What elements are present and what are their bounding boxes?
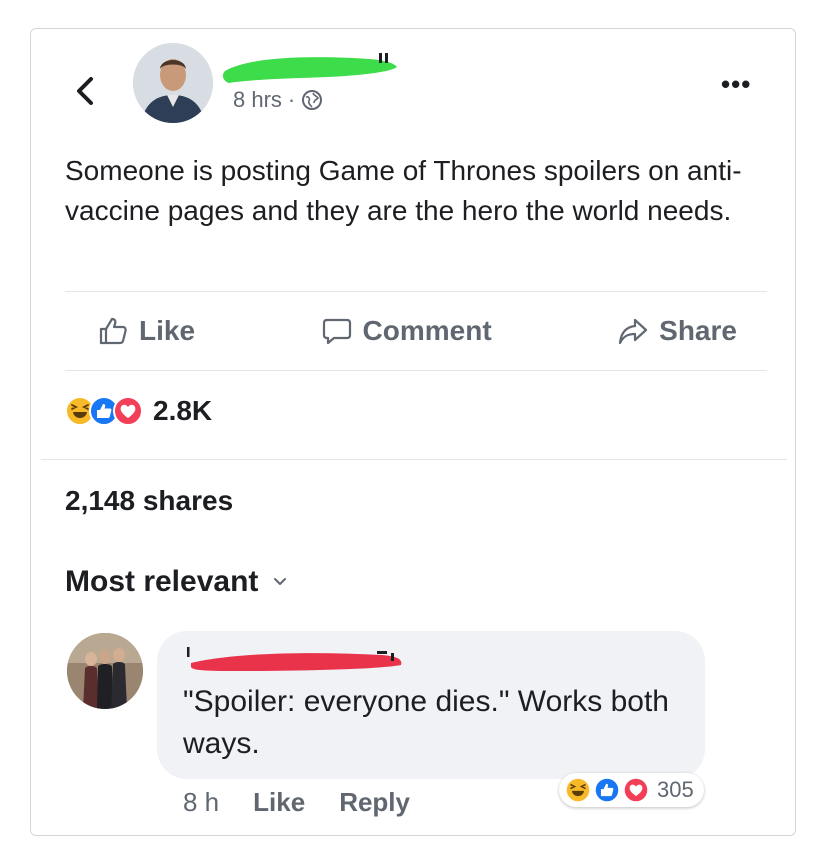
post-text: Someone is posting Game of Thrones spoil… — [65, 155, 742, 226]
comment-sort-dropdown[interactable]: Most relevant — [65, 565, 288, 599]
back-chevron-icon[interactable] — [75, 71, 95, 111]
share-arrow-icon — [619, 318, 648, 345]
comment-time[interactable]: 8 h — [183, 787, 219, 818]
post-card: 8 hrs · ••• Someone is posting Game of T… — [30, 28, 796, 836]
love-reaction-icon — [623, 777, 649, 803]
divider-top — [65, 291, 767, 292]
meta-separator: · — [287, 87, 296, 112]
love-reaction-icon — [113, 396, 143, 426]
comment-footer: 8 h Like Reply — [183, 787, 410, 818]
commenter-name-redaction — [187, 647, 402, 671]
author-avatar[interactable] — [133, 43, 213, 123]
reactions-count: 2.8K — [153, 395, 213, 426]
comment-reactions-count: 305 — [657, 777, 694, 802]
share-label: Share — [659, 315, 737, 346]
reactions-summary[interactable]: 2.8K — [65, 395, 212, 427]
post-meta: 8 hrs · — [233, 87, 323, 113]
thumbs-up-icon — [99, 317, 127, 345]
post-time[interactable]: 8 hrs — [233, 87, 282, 113]
divider-reactions — [41, 459, 787, 460]
comment-reply-button[interactable]: Reply — [339, 787, 410, 818]
comment-label: Comment — [362, 315, 492, 346]
chevron-down-icon — [274, 578, 287, 585]
divider-actions — [65, 370, 767, 371]
speech-bubble-icon — [322, 318, 351, 345]
like-label: Like — [139, 315, 196, 346]
shares-count[interactable]: 2,148 shares — [65, 485, 233, 517]
haha-reaction-icon — [565, 777, 591, 803]
reaction-icons — [65, 396, 143, 426]
like-button[interactable]: Like — [67, 315, 225, 347]
author-name-redaction — [222, 53, 397, 83]
author-photo — [133, 43, 213, 123]
more-options-icon[interactable]: ••• — [721, 71, 751, 97]
like-reaction-icon — [594, 777, 620, 803]
comment-text: "Spoiler: everyone dies." Works both way… — [183, 685, 669, 760]
commenter-avatar[interactable] — [67, 633, 143, 709]
globe-icon — [302, 90, 323, 110]
post-actions: Like Comment Share — [67, 295, 767, 367]
sort-label: Most relevant — [65, 565, 259, 598]
comment-like-button[interactable]: Like — [253, 787, 305, 818]
commenter-photo — [67, 633, 143, 709]
comment-reactions[interactable]: 305 — [559, 773, 704, 807]
comment-button[interactable]: Comment — [291, 315, 522, 347]
share-button[interactable]: Share — [587, 315, 767, 347]
